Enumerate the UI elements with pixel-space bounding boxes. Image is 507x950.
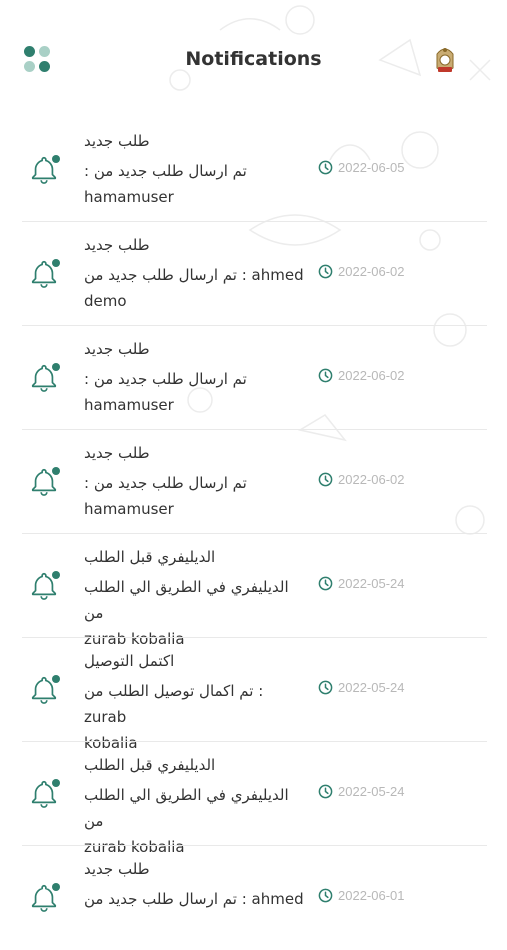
notification-item[interactable]: الديليفري قبل الطلب الديليفري في الطريق … [0,534,507,648]
notification-item[interactable]: طلب جديد : تم ارسال طلب جديد من hamamuse… [0,430,507,534]
notification-item[interactable]: طلب جديد : تم ارسال طلب جديد من hamamuse… [0,118,507,222]
notification-time: 2022-05-24 [318,784,405,799]
notification-time: 2022-05-24 [318,576,405,591]
restaurant-logo-avatar[interactable] [425,40,465,80]
app-header: Notifications [0,0,507,110]
notification-date: 2022-06-02 [338,264,405,279]
notification-date: 2022-05-24 [338,576,405,591]
notification-date: 2022-05-24 [338,680,405,695]
bell-icon [29,674,61,706]
notification-item[interactable]: طلب جديد تم ارسال طلب جديد من : ahmed 20… [0,846,507,950]
notification-title: طلب جديد [84,860,150,878]
notification-message: تم ارسال طلب جديد من : ahmed [84,890,304,908]
unread-dot [52,467,60,475]
clock-icon [318,680,333,695]
notification-time: 2022-06-01 [318,888,405,903]
notification-title: طلب جديد [84,132,150,150]
notification-message: : تم ارسال طلب جديد من hamamuser [84,474,247,518]
notification-message: تم ارسال طلب جديد من : ahmed demo [84,266,304,310]
notification-title: اكتمل التوصيل [84,652,175,670]
notification-time: 2022-06-02 [318,472,405,487]
notification-item[interactable]: الديليفري قبل الطلب الديليفري في الطريق … [0,742,507,856]
bell-icon [29,466,61,498]
notification-title: الديليفري قبل الطلب [84,756,216,774]
notification-item[interactable]: طلب جديد : تم ارسال طلب جديد من hamamuse… [0,326,507,430]
notification-date: 2022-06-01 [338,888,405,903]
notification-date: 2022-05-24 [338,784,405,799]
notification-time: 2022-06-02 [318,264,405,279]
notification-title: طلب جديد [84,444,150,462]
bell-icon [29,570,61,602]
unread-dot [52,883,60,891]
notification-message: : تم ارسال طلب جديد من hamamuser [84,162,247,206]
unread-dot [52,779,60,787]
notification-title: الديليفري قبل الطلب [84,548,216,566]
notification-item[interactable]: اكتمل التوصيل تم اكمال توصيل الطلب من : … [0,638,507,752]
clock-icon [318,472,333,487]
clock-icon [318,368,333,383]
notification-date: 2022-06-05 [338,160,405,175]
clock-icon [318,784,333,799]
notification-title: طلب جديد [84,236,150,254]
clock-icon [318,576,333,591]
unread-dot [52,571,60,579]
unread-dot [52,259,60,267]
notification-date: 2022-06-02 [338,472,405,487]
notifications-list: طلب جديد : تم ارسال طلب جديد من hamamuse… [0,118,507,950]
bell-icon [29,882,61,914]
notification-time: 2022-06-02 [318,368,405,383]
clock-icon [318,160,333,175]
notification-time: 2022-06-05 [318,160,405,175]
bell-icon [29,154,61,186]
notification-message: : تم ارسال طلب جديد من hamamuser [84,370,247,414]
notification-item[interactable]: طلب جديد تم ارسال طلب جديد من : ahmed de… [0,222,507,326]
unread-dot [52,675,60,683]
bell-icon [29,778,61,810]
unread-dot [52,363,60,371]
notification-time: 2022-05-24 [318,680,405,695]
unread-dot [52,155,60,163]
clock-icon [318,264,333,279]
bell-icon [29,258,61,290]
notification-date: 2022-06-02 [338,368,405,383]
bell-icon [29,362,61,394]
clock-icon [318,888,333,903]
notification-title: طلب جديد [84,340,150,358]
